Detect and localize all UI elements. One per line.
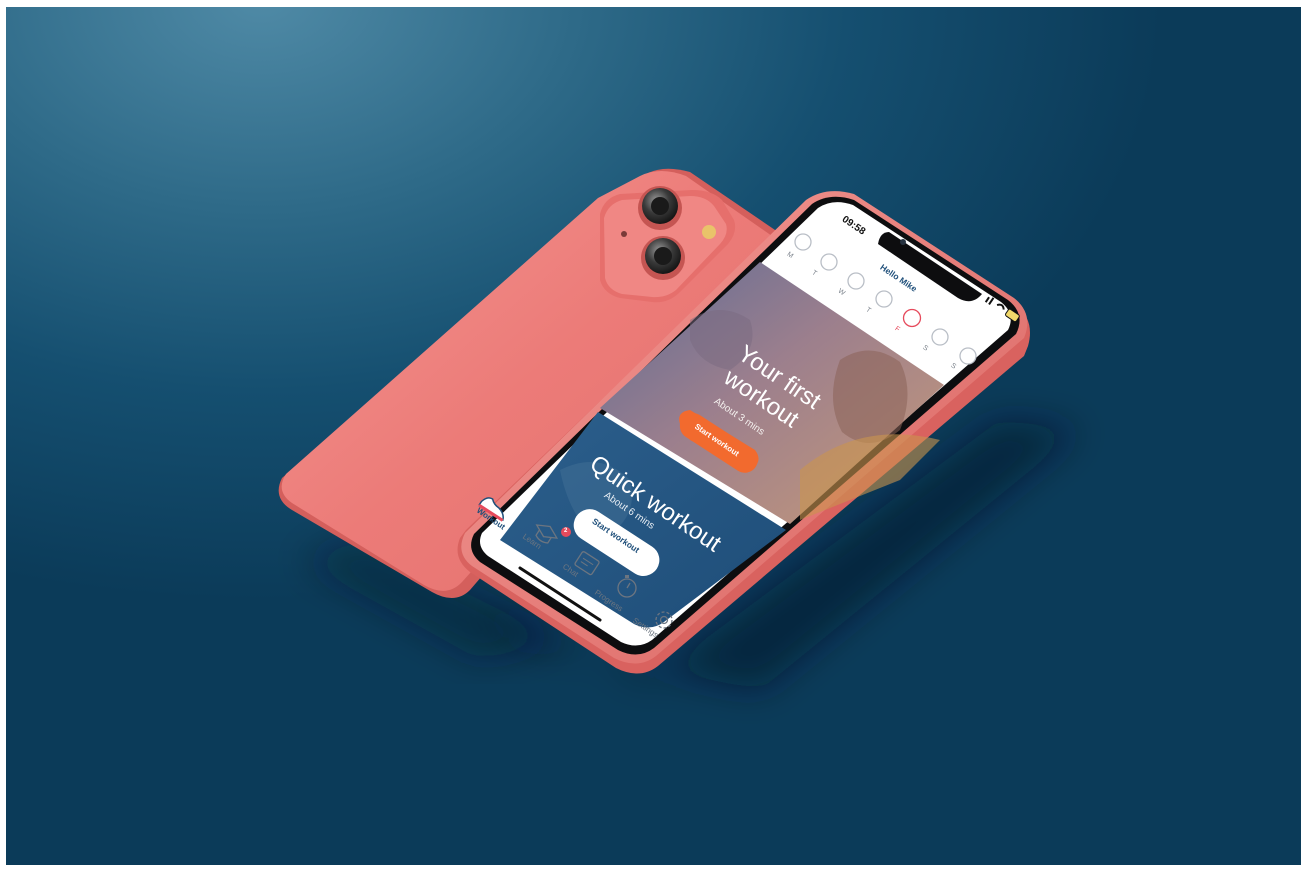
tab-learn[interactable]: Learn bbox=[521, 532, 543, 551]
greeting-title: Hello Mike bbox=[878, 262, 919, 294]
tab-chat[interactable]: Chat bbox=[561, 562, 580, 579]
tab-workout[interactable]: Workout bbox=[475, 506, 507, 532]
day-label-fri: F bbox=[893, 325, 901, 334]
tab-progress[interactable]: Progress bbox=[593, 588, 625, 613]
day-label-mon: M bbox=[785, 250, 795, 261]
status-time: 09:58 bbox=[839, 214, 868, 238]
learn-badge-count: 2 bbox=[564, 528, 568, 534]
quick-workout-title: Quick workout bbox=[584, 450, 727, 558]
day-label-tue: T bbox=[810, 269, 818, 278]
day-label-sat: S bbox=[921, 344, 930, 353]
first-workout-button-label: Start workout bbox=[692, 422, 741, 459]
tab-settings[interactable]: Settings bbox=[631, 616, 660, 640]
day-label-sun: S bbox=[949, 362, 958, 371]
day-label-wed: W bbox=[836, 287, 847, 298]
day-label-thu: T bbox=[864, 306, 872, 315]
quick-workout-button-label: Start workout bbox=[590, 516, 642, 555]
scene-background: 09:58 Hello Mike M T W T F S S Your firs… bbox=[0, 0, 1307, 871]
